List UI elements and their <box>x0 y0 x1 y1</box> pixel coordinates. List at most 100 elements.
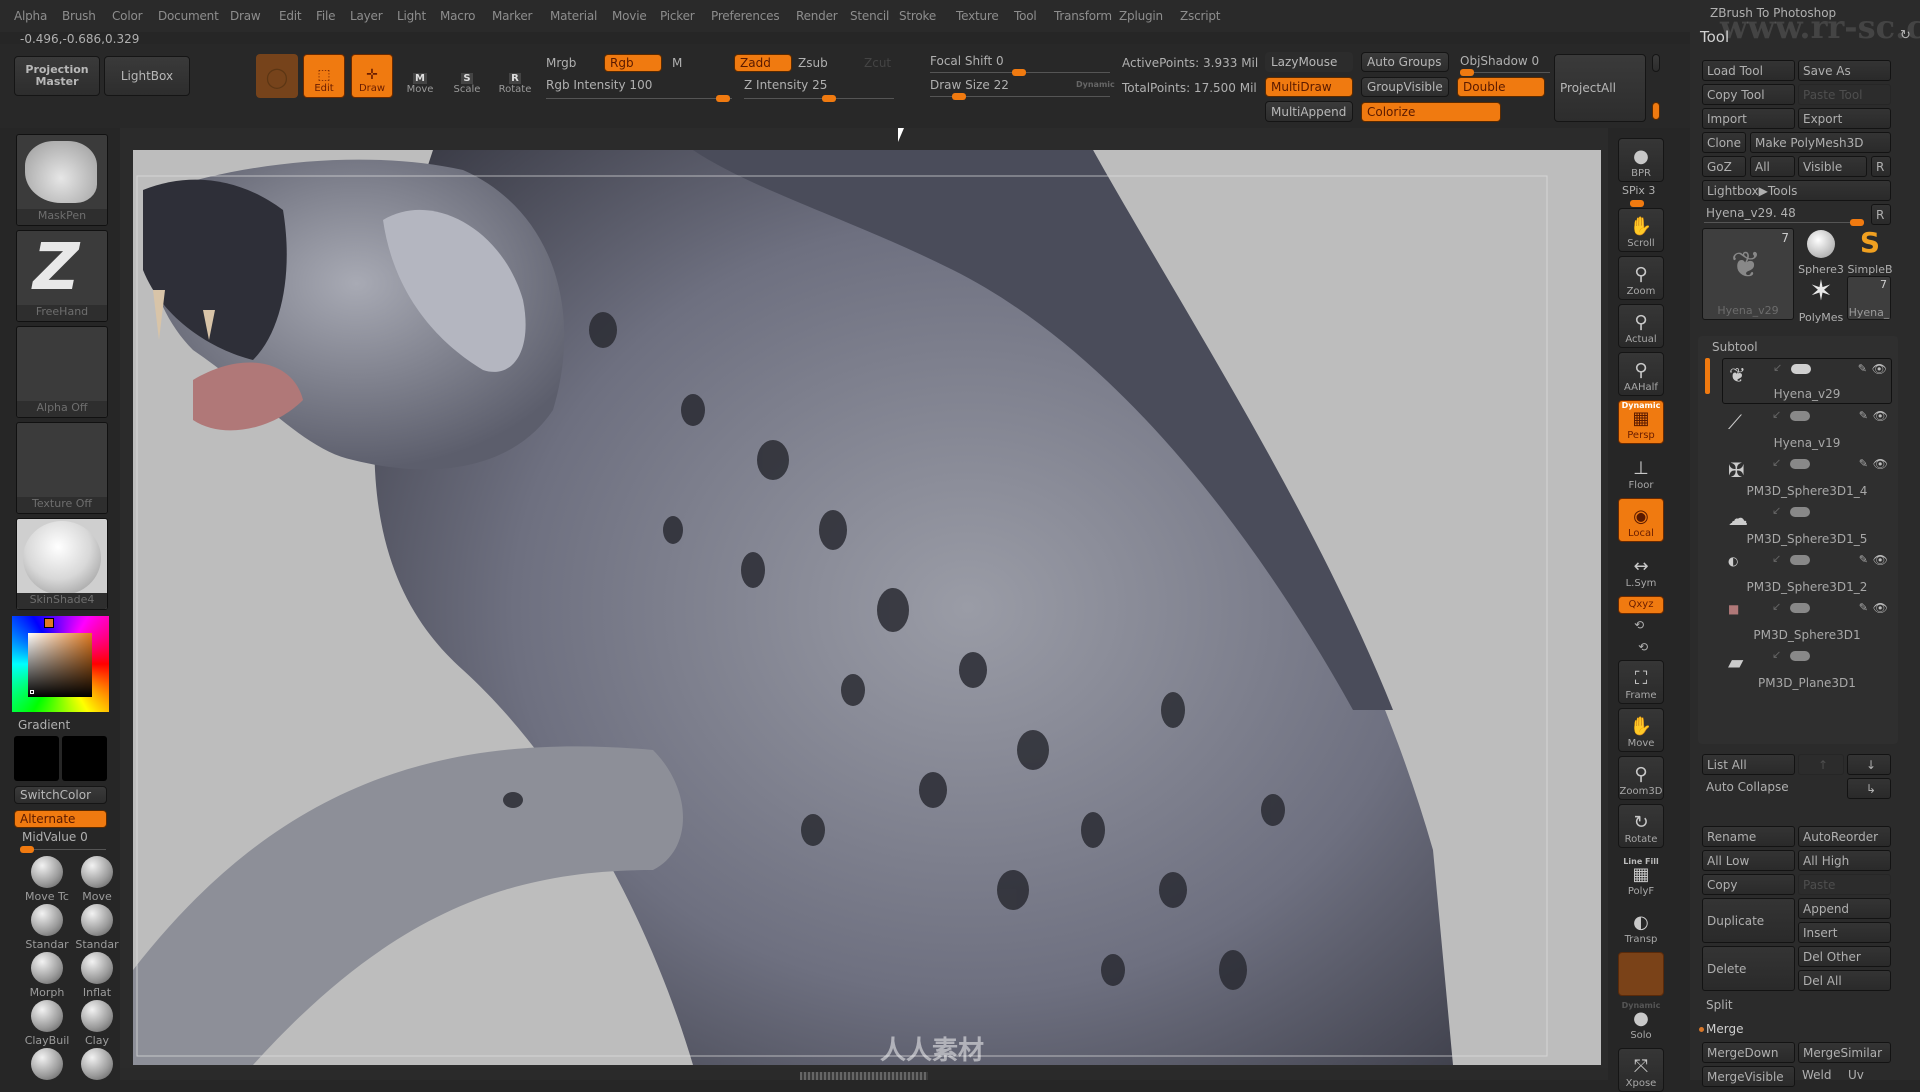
actual-button[interactable]: ⚲ Actual <box>1618 304 1664 348</box>
subtool-item[interactable]: ▰ ↙ PM3D_Plane3D1 <box>1722 646 1892 692</box>
subtool-arrow-icon[interactable]: ↙ <box>1772 456 1781 469</box>
shelf-mini-button[interactable] <box>1652 54 1660 72</box>
zoom3d-button[interactable]: ⚲ Zoom3D <box>1618 756 1664 800</box>
brush-claybuildup[interactable]: ClayBuil <box>22 1000 72 1047</box>
subtool-brush-icon[interactable]: ✎ <box>1858 362 1867 375</box>
delete-button[interactable]: Delete <box>1702 946 1795 991</box>
stroke-selector[interactable]: Z FreeHand <box>16 230 108 322</box>
brush-extra-1[interactable] <box>22 1048 72 1082</box>
menu-brush[interactable]: Brush <box>62 9 96 23</box>
tool-thumb-simplebrush[interactable]: S SimpleB <box>1846 228 1894 277</box>
subtool-item[interactable]: ■ ↙ ✎ 👁 PM3D_Sphere3D1 <box>1722 598 1892 644</box>
rgb-button[interactable]: Rgb <box>604 54 662 72</box>
menu-tool[interactable]: Tool <box>1014 9 1037 23</box>
menu-picker[interactable]: Picker <box>660 9 695 23</box>
subtool-polypaint-toggle[interactable] <box>1790 603 1810 613</box>
menu-file[interactable]: File <box>316 9 335 23</box>
bpr-button[interactable]: ● BPR <box>1618 138 1664 182</box>
color-picker[interactable] <box>12 616 109 712</box>
local-button[interactable]: ◉ Local <box>1618 498 1664 542</box>
brush-clay[interactable]: Clay <box>72 1000 122 1047</box>
make-polymesh-button[interactable]: Make PolyMesh3D <box>1750 132 1891 153</box>
import-button[interactable]: Import <box>1702 108 1795 129</box>
subtool-eye-icon[interactable]: 👁 <box>1872 362 1887 376</box>
subtool-arrow-icon[interactable]: ↙ <box>1772 552 1781 565</box>
autoreorder-button[interactable]: AutoReorder <box>1798 826 1891 847</box>
copy-tool-button[interactable]: Copy Tool <box>1702 84 1795 105</box>
brush-move[interactable]: Move <box>72 856 122 903</box>
colorize-button[interactable]: Colorize <box>1361 102 1501 122</box>
subtool-brush-icon[interactable]: ✎ <box>1859 457 1868 470</box>
xyz-button[interactable]: Qxyz <box>1618 596 1664 614</box>
canvas-viewport[interactable] <box>133 150 1601 1065</box>
lightbox-tools-button[interactable]: Lightbox▶Tools <box>1702 180 1891 201</box>
lsym-button[interactable]: ↔ L.Sym <box>1618 548 1664 592</box>
rotate-z-icon[interactable]: ⟲ <box>1638 640 1648 654</box>
subtool-scrollbar[interactable] <box>1705 358 1710 394</box>
solo-button[interactable]: Dynamic ● Solo <box>1618 1000 1664 1044</box>
brush-selector[interactable]: MaskPen <box>16 134 108 226</box>
subtool-polypaint-toggle[interactable] <box>1790 459 1810 469</box>
copy-subtool-button[interactable]: Copy <box>1702 874 1795 895</box>
menu-transform[interactable]: Transform <box>1054 9 1112 23</box>
subtool-eye-icon[interactable]: 👁 <box>1873 409 1888 423</box>
canvas-scroll-handle[interactable] <box>800 1072 928 1080</box>
tool-slider[interactable] <box>1704 222 1864 223</box>
move-mode-button[interactable]: M Move <box>399 54 441 98</box>
menu-document[interactable]: Document <box>158 9 219 23</box>
subtool-item[interactable]: ❦ ↙ ✎ 👁 Hyena_v29 <box>1722 358 1892 404</box>
brush-move-topological[interactable]: Move Tc <box>22 856 72 903</box>
mergevisible-button[interactable]: MergeVisible <box>1702 1066 1795 1087</box>
tool-r-button[interactable]: R <box>1871 204 1891 225</box>
zcut-button[interactable]: Zcut <box>864 56 891 70</box>
persp-button[interactable]: Dynamic ▦ Persp <box>1618 400 1664 444</box>
subtool-title[interactable]: Subtool <box>1712 340 1758 354</box>
move-view-button[interactable]: ✋ Move <box>1618 708 1664 752</box>
move-down-button[interactable]: ↓ <box>1847 754 1891 775</box>
menu-marker[interactable]: Marker <box>492 9 532 23</box>
rename-button[interactable]: Rename <box>1702 826 1795 847</box>
xpose-button[interactable]: ⤧ Xpose <box>1618 1048 1664 1092</box>
m-button[interactable]: M <box>672 56 682 70</box>
tool-thumb-hyena-small[interactable]: 7 Hyena_ <box>1847 276 1891 320</box>
subtool-arrow-icon[interactable]: ↙ <box>1772 408 1781 421</box>
material-selector[interactable]: SkinShade4 <box>16 518 108 610</box>
menu-zplugin[interactable]: Zplugin <box>1119 9 1163 23</box>
brush-inflat[interactable]: Inflat <box>72 952 122 999</box>
subtool-item[interactable]: ☁ ↙ PM3D_Sphere3D1_5 <box>1722 502 1892 548</box>
midvalue-knob[interactable] <box>20 846 34 853</box>
subtool-polypaint-toggle[interactable] <box>1790 651 1810 661</box>
goz-visible-button[interactable]: Visible <box>1798 156 1867 177</box>
list-all-button[interactable]: List All <box>1702 754 1795 775</box>
multiappend-button[interactable]: MultiAppend <box>1265 101 1353 122</box>
scale-mode-button[interactable]: S Scale <box>446 54 488 98</box>
menu-render[interactable]: Render <box>796 9 838 23</box>
floor-button[interactable]: ⊥ Floor <box>1618 450 1664 494</box>
alpha-selector[interactable]: Alpha Off <box>16 326 108 418</box>
subtool-brush-icon[interactable]: ✎ <box>1859 601 1868 614</box>
export-button[interactable]: Export <box>1798 108 1891 129</box>
tool-palette-title[interactable]: Tool <box>1700 28 1729 46</box>
rotate-y-icon[interactable]: ⟲ <box>1634 618 1644 632</box>
quick-sketch-button[interactable]: ◯ <box>256 54 298 98</box>
auto-collapse-button[interactable]: Auto Collapse <box>1706 780 1789 794</box>
tool-thumb-hyena-v29[interactable]: ❦ 7 Hyena_v29 <box>1702 228 1794 320</box>
subtool-arrow-icon[interactable]: ↙ <box>1772 648 1781 661</box>
menu-edit[interactable]: Edit <box>279 9 302 23</box>
menu-zscript[interactable]: Zscript <box>1180 9 1220 23</box>
subtool-eye-icon[interactable]: 👁 <box>1873 601 1888 615</box>
main-color-swatch[interactable] <box>14 736 59 781</box>
tool-thumb-polymesh[interactable]: ✶ PolyMes <box>1798 276 1844 325</box>
projection-master-button[interactable]: Projection Master <box>14 56 100 96</box>
all-low-button[interactable]: All Low <box>1702 850 1795 871</box>
mergedown-button[interactable]: MergeDown <box>1702 1042 1795 1063</box>
frame-button[interactable]: ⛶ Frame <box>1618 660 1664 704</box>
switchcolor-button[interactable]: SwitchColor <box>14 786 107 804</box>
subtool-polypaint-toggle[interactable] <box>1790 507 1810 517</box>
secondary-color-swatch[interactable] <box>62 736 107 781</box>
move-up-button[interactable]: ↑ <box>1798 754 1844 775</box>
lightbox-button[interactable]: LightBox <box>104 56 190 96</box>
all-high-button[interactable]: All High <box>1798 850 1891 871</box>
paste-tool-button[interactable]: Paste Tool <box>1798 84 1891 105</box>
brush-extra-2[interactable] <box>72 1048 122 1082</box>
